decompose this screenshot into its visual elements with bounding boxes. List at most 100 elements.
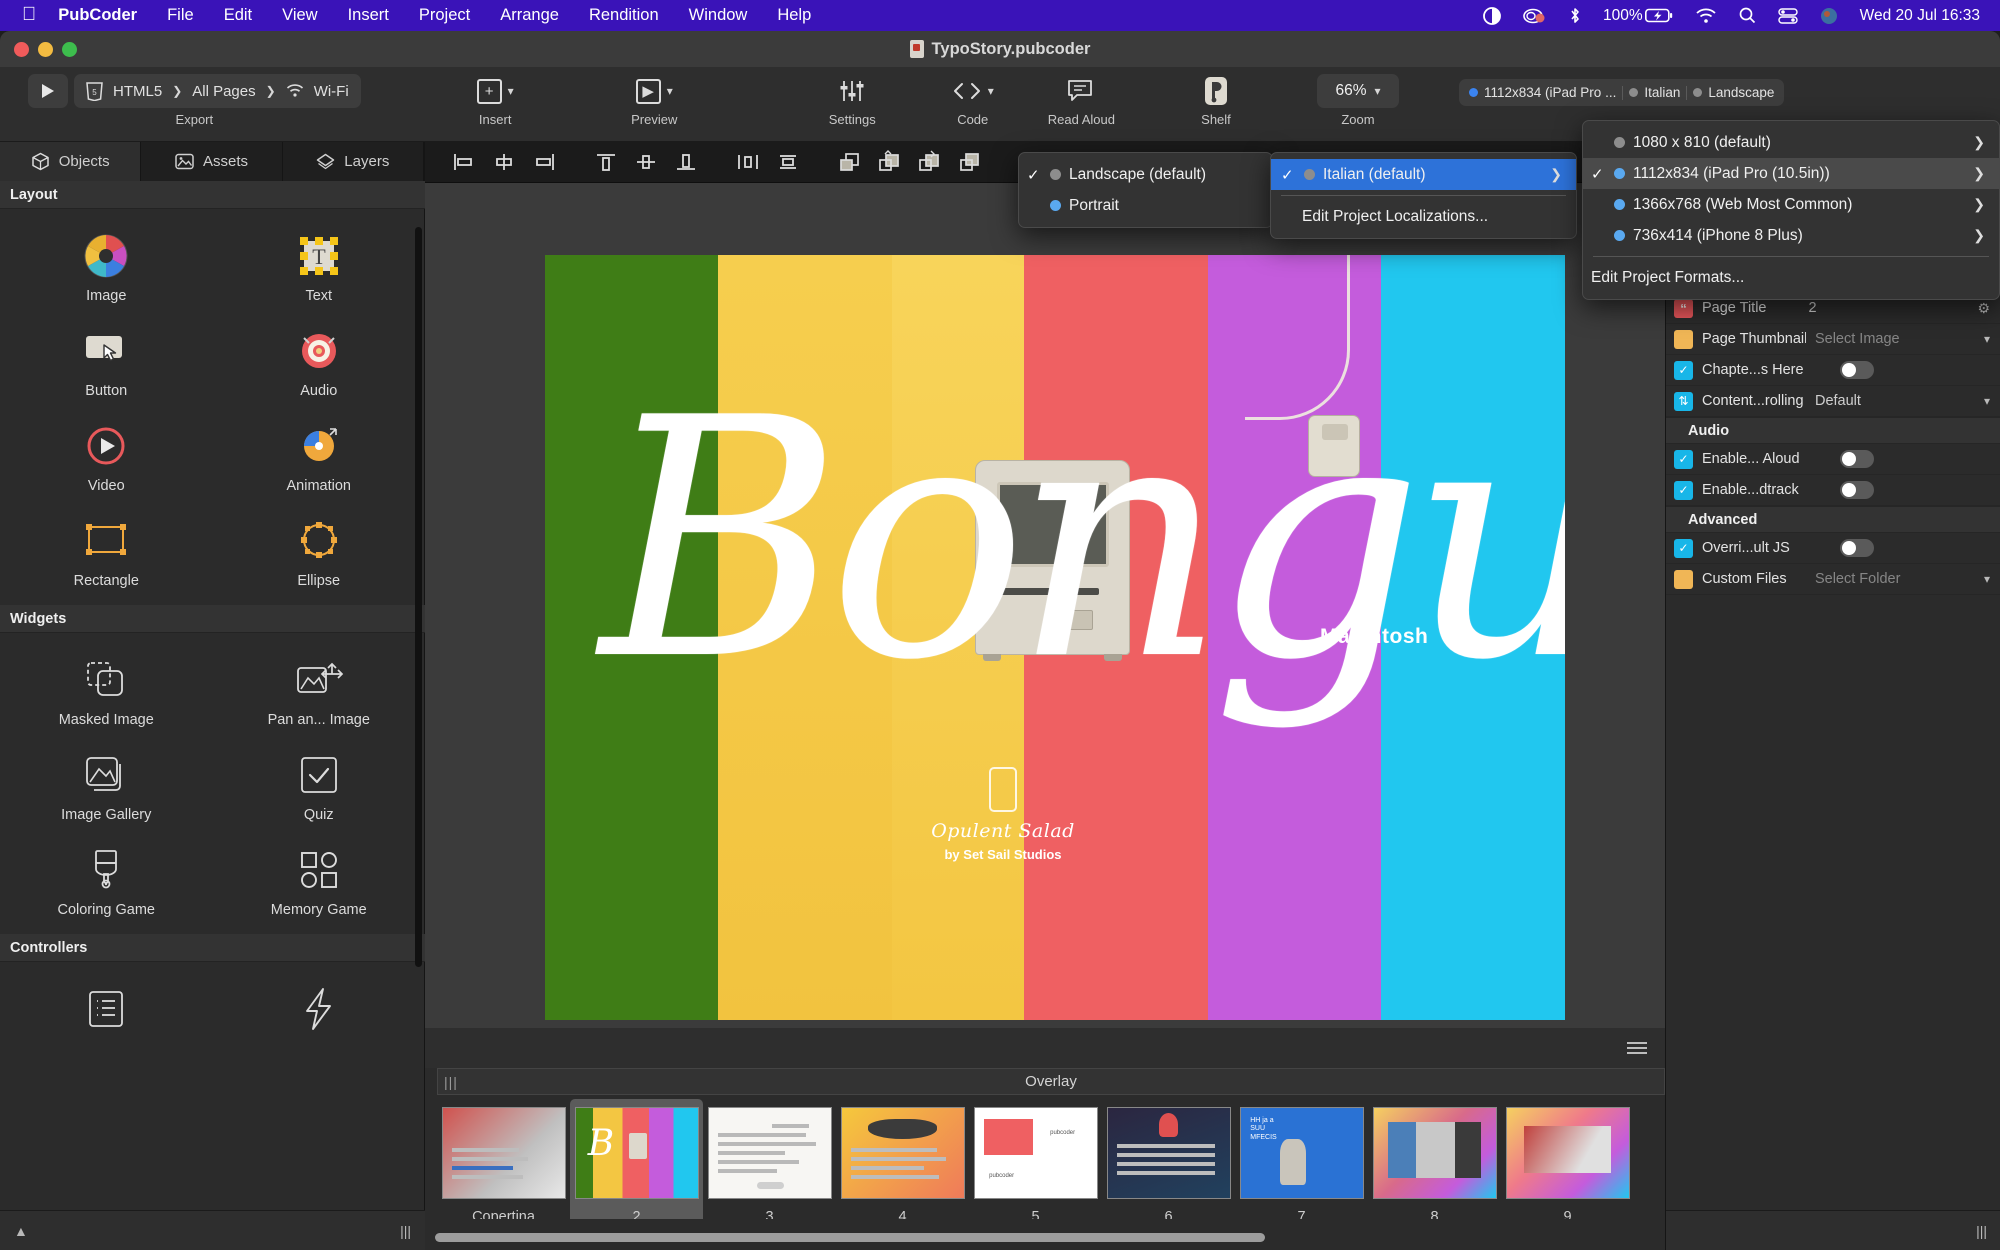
format-orientation-label[interactable]: Landscape — [1708, 85, 1774, 100]
checkbox-icon[interactable]: ✓ — [1674, 538, 1693, 558]
thumbnail-item[interactable]: Copertina — [437, 1099, 570, 1219]
submenu-arrow-icon[interactable]: ❯ — [1947, 196, 1985, 213]
object-video[interactable]: Video — [0, 409, 213, 504]
chevron-down-icon[interactable]: ▾ — [1984, 332, 1990, 346]
run-button[interactable] — [28, 74, 68, 108]
credit-block[interactable]: Opulent Salad by Set Sail Studios — [913, 767, 1093, 862]
property-toggle[interactable] — [1840, 361, 1874, 379]
tab-layers[interactable]: Layers — [283, 142, 424, 181]
overlay-drag-handle-icon[interactable]: ||| — [444, 1074, 458, 1090]
object-text[interactable]: T Text — [213, 219, 426, 314]
widget-image-gallery[interactable]: Image Gallery — [0, 738, 213, 833]
menu-item-project[interactable]: Project — [419, 6, 470, 25]
object-rectangle[interactable]: Rectangle — [0, 504, 213, 599]
chevron-down-icon[interactable]: ▾ — [508, 84, 514, 98]
chevron-down-icon[interactable]: ▾ — [1984, 394, 1990, 408]
object-ellipse[interactable]: Ellipse — [213, 504, 426, 599]
toolbar-code-group[interactable]: ▾ Code — [946, 67, 1000, 127]
align-left-icon[interactable] — [447, 147, 481, 177]
align-right-icon[interactable] — [527, 147, 561, 177]
menu-option-736x414[interactable]: 736x414 (iPhone 8 Plus) ❯ — [1583, 220, 1999, 251]
menu-item-rendition[interactable]: Rendition — [589, 6, 659, 25]
align-middle-vertical-icon[interactable] — [629, 147, 663, 177]
search-icon[interactable] — [1739, 7, 1756, 24]
control-center-icon[interactable] — [1777, 7, 1798, 24]
widget-memory-game[interactable]: Memory Game — [213, 833, 426, 928]
thumbnail-item[interactable]: 8 — [1368, 1099, 1501, 1219]
property-toggle[interactable] — [1840, 450, 1874, 468]
resize-grip-icon[interactable]: ||| — [1976, 1223, 1987, 1239]
send-to-back-icon[interactable] — [953, 147, 987, 177]
left-sidebar-scrollbar[interactable] — [415, 227, 422, 967]
thumbnail-item[interactable]: HH ja a SUU MFECIS 7 — [1235, 1099, 1368, 1219]
property-row-custom-files[interactable]: Custom Files Select Folder ▾ — [1666, 564, 2000, 595]
menu-item-edit[interactable]: Edit — [224, 6, 252, 25]
checkbox-icon[interactable]: ✓ — [1674, 360, 1693, 380]
property-row-override-default-js[interactable]: ✓ Overri...ult JS — [1666, 533, 2000, 564]
toolbar-preview-group[interactable]: ▶ ▾ Preview — [630, 67, 679, 127]
menu-item-pubcoder[interactable]: PubCoder — [58, 6, 137, 25]
thumbnail-item[interactable]: 4 — [836, 1099, 969, 1219]
checkbox-icon[interactable]: ✓ — [1674, 480, 1693, 500]
menu-item-view[interactable]: View — [282, 6, 317, 25]
property-row-enable-soundtrack[interactable]: ✓ Enable...dtrack — [1666, 475, 2000, 506]
minimize-button[interactable] — [38, 42, 53, 57]
property-value[interactable]: Select Folder — [1815, 571, 1900, 587]
property-row-enable-read-aloud[interactable]: ✓ Enable... Aloud — [1666, 444, 2000, 475]
align-top-icon[interactable] — [589, 147, 623, 177]
bluetooth-icon[interactable] — [1569, 6, 1581, 25]
distribute-horizontal-icon[interactable] — [731, 147, 765, 177]
menu-option-portrait[interactable]: Portrait — [1019, 190, 1272, 221]
overlay-track-row[interactable]: ||| Overlay — [437, 1068, 1665, 1095]
distribute-vertical-icon[interactable] — [771, 147, 805, 177]
chevron-down-icon-zoom[interactable]: ▾ — [1374, 84, 1380, 98]
menu-option-landscape[interactable]: ✓ Landscape (default) — [1019, 159, 1272, 190]
property-row-chapter-starts-here[interactable]: ✓ Chapte...s Here — [1666, 355, 2000, 386]
toolbar-insert-group[interactable]: + ▾ Insert — [471, 67, 520, 127]
property-value[interactable]: Select Image — [1815, 331, 1900, 347]
format-pill[interactable]: 1112x834 (iPad Pro ... Italian Landscape — [1458, 79, 1785, 106]
tab-objects[interactable]: Objects — [0, 142, 142, 181]
language-menu[interactable]: ✓ Italian (default) ❯ Edit Project Local… — [1270, 152, 1577, 239]
canvas-area[interactable]: Bongu Macintosh Opulent Salad by Set Sai… — [425, 183, 1665, 1028]
controller-lightning[interactable] — [213, 972, 426, 1051]
bring-to-front-icon[interactable] — [833, 147, 867, 177]
property-value[interactable]: Default — [1815, 393, 1861, 409]
menubar-clock[interactable]: Wed 20 Jul 16:33 — [1860, 7, 1980, 25]
menu-option-edit-formats[interactable]: Edit Project Formats... — [1583, 262, 1999, 293]
menu-option-edit-localizations[interactable]: Edit Project Localizations... — [1271, 201, 1576, 232]
project-format-menu[interactable]: 1080 x 810 (default) ❯ ✓ 1112x834 (iPad … — [1582, 120, 2000, 300]
align-center-horizontal-icon[interactable] — [487, 147, 521, 177]
object-image[interactable]: Image — [0, 219, 213, 314]
menu-option-italian[interactable]: ✓ Italian (default) ❯ — [1271, 159, 1576, 190]
dark-mode-icon[interactable] — [1483, 6, 1501, 25]
toolbar-zoom-group[interactable]: 66% ▾ Zoom — [1316, 67, 1399, 127]
menu-item-insert[interactable]: Insert — [348, 6, 389, 25]
scrollbar-thumb[interactable] — [435, 1233, 1265, 1242]
widget-pan-zoom-image[interactable]: Pan an... Image — [213, 643, 426, 738]
zoom-button[interactable] — [62, 42, 77, 57]
checkbox-icon[interactable]: ✓ — [1674, 449, 1693, 469]
widget-coloring-game[interactable]: Coloring Game — [0, 833, 213, 928]
toolbar-readaloud-group[interactable]: Read Aloud — [1048, 67, 1115, 127]
app-status-icon[interactable] — [1523, 7, 1547, 25]
menu-option-1112x834[interactable]: ✓ 1112x834 (iPad Pro (10.5in)) ❯ — [1583, 158, 1999, 189]
battery-status[interactable]: 100% — [1603, 7, 1673, 25]
widget-quiz[interactable]: Quiz — [213, 738, 426, 833]
menu-option-1366x768[interactable]: 1366x768 (Web Most Common) ❯ — [1583, 189, 1999, 220]
submenu-arrow-icon[interactable]: ❯ — [1947, 165, 1985, 182]
overlay-menu-icon[interactable] — [1627, 1042, 1647, 1054]
resize-grip-icon[interactable]: ||| — [400, 1223, 411, 1239]
submenu-arrow-icon[interactable]: ❯ — [1947, 227, 1985, 244]
thumbnail-item[interactable]: 3 — [703, 1099, 836, 1219]
thumbnail-item[interactable]: 9 — [1501, 1099, 1634, 1219]
controller-list[interactable] — [0, 972, 213, 1051]
toolbar-shelf-group[interactable]: Shelf — [1197, 67, 1235, 127]
zoom-select[interactable]: 66% ▾ — [1316, 74, 1399, 108]
collapse-arrow-icon[interactable]: ▲ — [14, 1223, 28, 1239]
chevron-down-icon-code[interactable]: ▾ — [988, 84, 994, 98]
menu-option-1080x810[interactable]: 1080 x 810 (default) ❯ — [1583, 127, 1999, 158]
send-backward-icon[interactable] — [913, 147, 947, 177]
orientation-menu[interactable]: ✓ Landscape (default) Portrait — [1018, 152, 1273, 228]
thumbnail-item[interactable]: pubcoder pubcoder 5 — [969, 1099, 1102, 1219]
